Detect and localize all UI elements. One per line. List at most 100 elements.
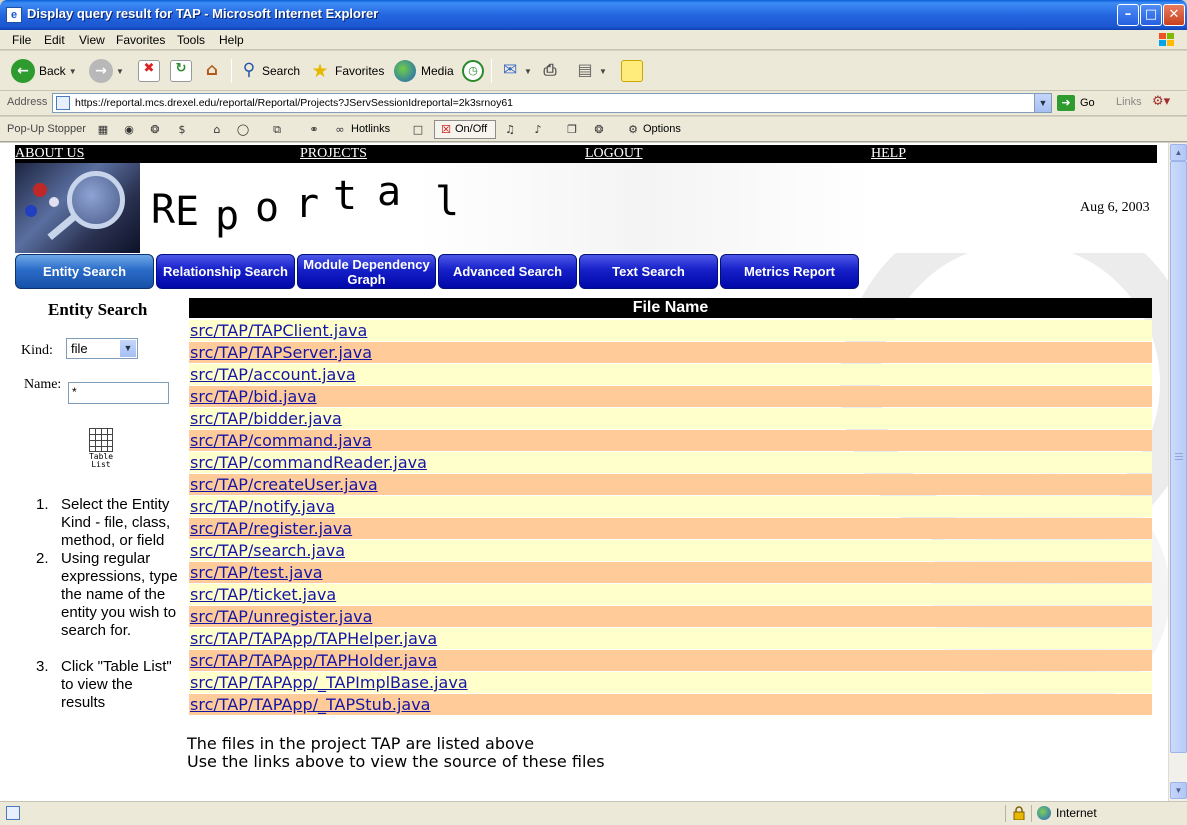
name-input[interactable]: *: [68, 382, 169, 404]
nav-help[interactable]: HELP: [871, 146, 906, 162]
tab-metrics-report[interactable]: Metrics Report: [720, 254, 859, 289]
hotlinks-button[interactable]: Hotlinks: [351, 123, 390, 135]
file-link[interactable]: src/TAP/createUser.java: [190, 475, 378, 494]
forward-dropdown-icon[interactable]: ▼: [116, 67, 124, 76]
address-dropdown-icon[interactable]: ▼: [1034, 94, 1051, 112]
file-link[interactable]: src/TAP/TAPApp/_TAPStub.java: [190, 695, 430, 714]
table-list-button[interactable]: Table List: [87, 428, 115, 472]
back-label: Back: [39, 64, 66, 78]
dollar-icon[interactable]: $: [175, 123, 189, 137]
scroll-down-icon[interactable]: ▼: [1170, 782, 1187, 799]
cookie-icon[interactable]: ❂: [148, 123, 162, 137]
tab-module-dependency-graph[interactable]: Module Dependency Graph: [297, 254, 436, 289]
options-button[interactable]: Options: [643, 123, 681, 135]
tab-entity-search[interactable]: Entity Search: [15, 254, 154, 289]
edit-page-icon: ▤: [577, 60, 593, 79]
zone-label: Internet: [1056, 806, 1097, 820]
address-input[interactable]: https://reportal.mcs.drexel.edu/reportal…: [52, 93, 1052, 113]
toolbar-extension-icon[interactable]: ⚙▾: [1152, 94, 1180, 112]
forward-button[interactable]: → ▼: [89, 58, 124, 84]
popup-icon-1[interactable]: ▦: [96, 123, 110, 137]
history-button[interactable]: ◷: [462, 58, 484, 84]
speaker-icon[interactable]: ♫: [503, 123, 517, 137]
links-label[interactable]: Links: [1116, 96, 1142, 108]
scroll-up-icon[interactable]: ▲: [1170, 144, 1187, 161]
file-link[interactable]: src/TAP/command.java: [190, 431, 372, 450]
nav-about-us[interactable]: ABOUT US: [15, 146, 84, 162]
table-row: src/TAP/register.java: [189, 518, 1152, 539]
go-button[interactable]: ➜ Go: [1057, 93, 1095, 113]
tab-text-search[interactable]: Text Search: [579, 254, 718, 289]
table-row: src/TAP/unregister.java: [189, 606, 1152, 627]
messenger-button[interactable]: [621, 58, 643, 84]
site-banner: R E p o r t a l: [15, 163, 1157, 253]
file-link[interactable]: src/TAP/bidder.java: [190, 409, 342, 428]
file-link[interactable]: src/TAP/notify.java: [190, 497, 335, 516]
file-link[interactable]: src/TAP/bid.java: [190, 387, 317, 406]
hotlinks-icon: ∞: [335, 123, 345, 136]
minimize-button[interactable]: –: [1117, 4, 1139, 26]
table-row: src/TAP/TAPApp/_TAPImplBase.java: [189, 672, 1152, 693]
file-link[interactable]: src/TAP/TAPServer.java: [190, 343, 372, 362]
file-link[interactable]: src/TAP/TAPApp/TAPHolder.java: [190, 651, 437, 670]
kind-select[interactable]: file ▼: [66, 338, 138, 359]
mail-button[interactable]: ✉ ▼: [499, 58, 532, 84]
copy-icon[interactable]: ⧉: [270, 123, 284, 137]
file-link[interactable]: src/TAP/test.java: [190, 563, 323, 582]
file-link[interactable]: src/TAP/commandReader.java: [190, 453, 427, 472]
table-row: src/TAP/createUser.java: [189, 474, 1152, 495]
menu-file[interactable]: File: [12, 33, 31, 47]
maximize-button[interactable]: □: [1140, 4, 1162, 26]
chevron-down-icon[interactable]: ▼: [120, 340, 136, 357]
file-link[interactable]: src/TAP/account.java: [190, 365, 356, 384]
close-button[interactable]: ✕: [1163, 4, 1185, 26]
back-dropdown-icon[interactable]: ▼: [69, 67, 77, 76]
edit-button[interactable]: ▤ ▼: [574, 58, 607, 84]
address-label: Address: [7, 96, 48, 108]
popup-icon-2[interactable]: ◉: [122, 123, 136, 137]
window-icon[interactable]: ❐: [565, 123, 579, 137]
stop-button[interactable]: ✖: [138, 58, 160, 84]
cookie-small-icon[interactable]: ❂: [592, 123, 606, 137]
onoff-toggle[interactable]: ☒ On/Off: [434, 120, 496, 139]
scroll-thumb[interactable]: [1170, 161, 1187, 753]
menu-help[interactable]: Help: [219, 33, 244, 47]
edit-dropdown-icon[interactable]: ▼: [599, 67, 607, 76]
window-title: Display query result for TAP - Microsoft…: [27, 6, 379, 21]
mail-dropdown-icon[interactable]: ▼: [524, 67, 532, 76]
favorites-button[interactable]: ★ Favorites: [309, 58, 384, 84]
music-note-icon[interactable]: ♪: [531, 123, 545, 137]
media-label: Media: [421, 64, 454, 78]
file-link[interactable]: src/TAP/search.java: [190, 541, 345, 560]
tab-advanced-search[interactable]: Advanced Search: [438, 254, 577, 289]
file-link[interactable]: src/TAP/TAPApp/_TAPImplBase.java: [190, 673, 468, 692]
nav-projects[interactable]: PROJECTS: [300, 146, 367, 162]
back-button[interactable]: ← Back ▼: [11, 58, 77, 84]
file-link[interactable]: src/TAP/register.java: [190, 519, 352, 538]
toolbar-separator: [231, 59, 232, 83]
media-button[interactable]: Media: [394, 58, 454, 84]
internet-globe-icon: [1037, 806, 1051, 820]
menu-favorites[interactable]: Favorites: [116, 33, 165, 47]
search-button[interactable]: ⚲ Search: [238, 58, 300, 84]
folder-icon[interactable]: □: [411, 123, 425, 137]
file-link[interactable]: src/TAP/TAPApp/TAPHelper.java: [190, 629, 437, 648]
table-header: File Name: [189, 298, 1152, 318]
home-button[interactable]: ⌂: [201, 58, 223, 84]
menu-edit[interactable]: Edit: [44, 33, 65, 47]
menu-view[interactable]: View: [79, 33, 105, 47]
nav-logout[interactable]: LOGOUT: [585, 146, 643, 162]
print-button[interactable]: ⎙: [539, 58, 561, 84]
vertical-scrollbar[interactable]: ▲ ▼: [1168, 143, 1187, 801]
table-row: src/TAP/account.java: [189, 364, 1152, 385]
link-chain-icon[interactable]: ⚭: [307, 123, 321, 137]
address-url[interactable]: https://reportal.mcs.drexel.edu/reportal…: [75, 97, 513, 109]
tab-relationship-search[interactable]: Relationship Search: [156, 254, 295, 289]
file-link[interactable]: src/TAP/TAPClient.java: [190, 321, 367, 340]
home-small-icon[interactable]: ⌂: [210, 123, 224, 137]
file-link[interactable]: src/TAP/ticket.java: [190, 585, 336, 604]
refresh-button[interactable]: ↻: [170, 58, 192, 84]
bucket-icon[interactable]: ◯: [236, 123, 250, 137]
file-link[interactable]: src/TAP/unregister.java: [190, 607, 372, 626]
menu-tools[interactable]: Tools: [177, 33, 205, 47]
